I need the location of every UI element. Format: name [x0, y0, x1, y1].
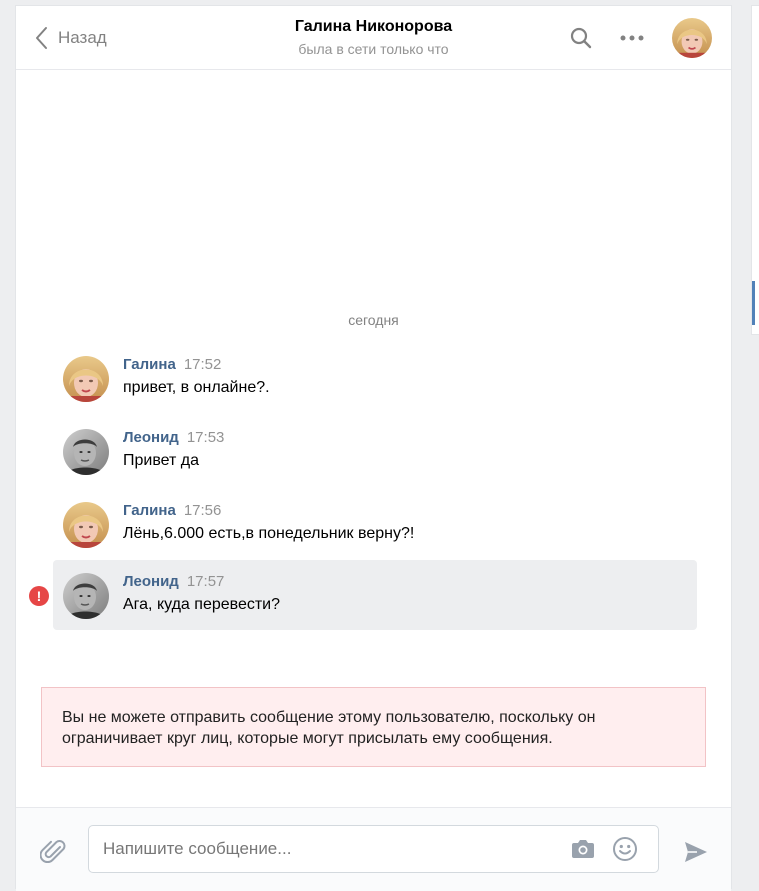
message-item[interactable]: Леонид 17:53 Привет да — [53, 416, 697, 486]
message-time: 17:52 — [183, 356, 222, 373]
message-meta: Леонид 17:57 — [123, 572, 224, 592]
author-name[interactable]: Галина — [123, 356, 176, 373]
chat-header: Назад Галина Никонорова была в сети толь… — [16, 6, 731, 70]
avatar-image — [63, 356, 109, 402]
message-item[interactable]: Галина 17:56 Лёнь,6.000 есть,в понедельни… — [53, 489, 697, 559]
message-time: 17:53 — [186, 429, 225, 446]
search-icon — [570, 27, 592, 49]
author-name[interactable]: Галина — [123, 502, 176, 519]
active-indicator — [752, 281, 755, 325]
more-dots-icon — [620, 35, 644, 41]
avatar-image — [63, 502, 109, 548]
message-input[interactable] — [103, 826, 543, 872]
avatar[interactable] — [63, 356, 109, 402]
smile-icon — [613, 837, 637, 861]
message-time: 17:57 — [186, 573, 225, 590]
emoji-button[interactable] — [612, 836, 638, 862]
author-name[interactable]: Леонид — [123, 573, 179, 590]
more-button[interactable] — [619, 26, 645, 50]
avatar[interactable] — [63, 573, 109, 619]
message-composer — [16, 807, 731, 891]
message-meta: Леонид 17:53 — [123, 428, 224, 448]
avatar-image — [672, 18, 712, 58]
right-panel — [751, 5, 759, 335]
message-meta: Галина 17:52 — [123, 355, 221, 375]
blocked-notice: Вы не можете отправить сообщение этому п… — [41, 687, 706, 767]
day-divider: сегодня — [348, 312, 399, 328]
camera-icon — [572, 840, 594, 858]
author-name[interactable]: Леонид — [123, 429, 179, 446]
message-input-box — [88, 825, 659, 873]
header-avatar[interactable] — [672, 18, 712, 58]
message-meta: Галина 17:56 — [123, 501, 221, 521]
avatar[interactable] — [63, 502, 109, 548]
avatar[interactable] — [63, 429, 109, 475]
avatar-image — [63, 573, 109, 619]
message-time: 17:56 — [183, 502, 222, 519]
message-text: Ага, куда перевести? — [123, 596, 281, 613]
chat-panel: Назад Галина Никонорова была в сети толь… — [15, 5, 732, 891]
avatar-image — [63, 429, 109, 475]
attach-button[interactable] — [39, 838, 68, 866]
message-text: привет, в онлайне?. — [123, 379, 270, 396]
message-item[interactable]: Галина 17:52 привет, в онлайне?. — [53, 343, 697, 413]
error-icon[interactable]: ! — [29, 586, 49, 606]
message-item-failed[interactable]: ! Леонид 17:57 Ага, куда перевести? — [29, 560, 697, 630]
camera-button[interactable] — [570, 838, 596, 860]
message-text: Привет да — [123, 452, 200, 469]
message-text: Лёнь,6.000 есть,в понедельник верну?! — [123, 525, 415, 542]
paperclip-icon — [39, 840, 66, 863]
send-button[interactable] — [683, 839, 709, 865]
send-icon — [685, 842, 707, 862]
search-button[interactable] — [569, 26, 593, 50]
